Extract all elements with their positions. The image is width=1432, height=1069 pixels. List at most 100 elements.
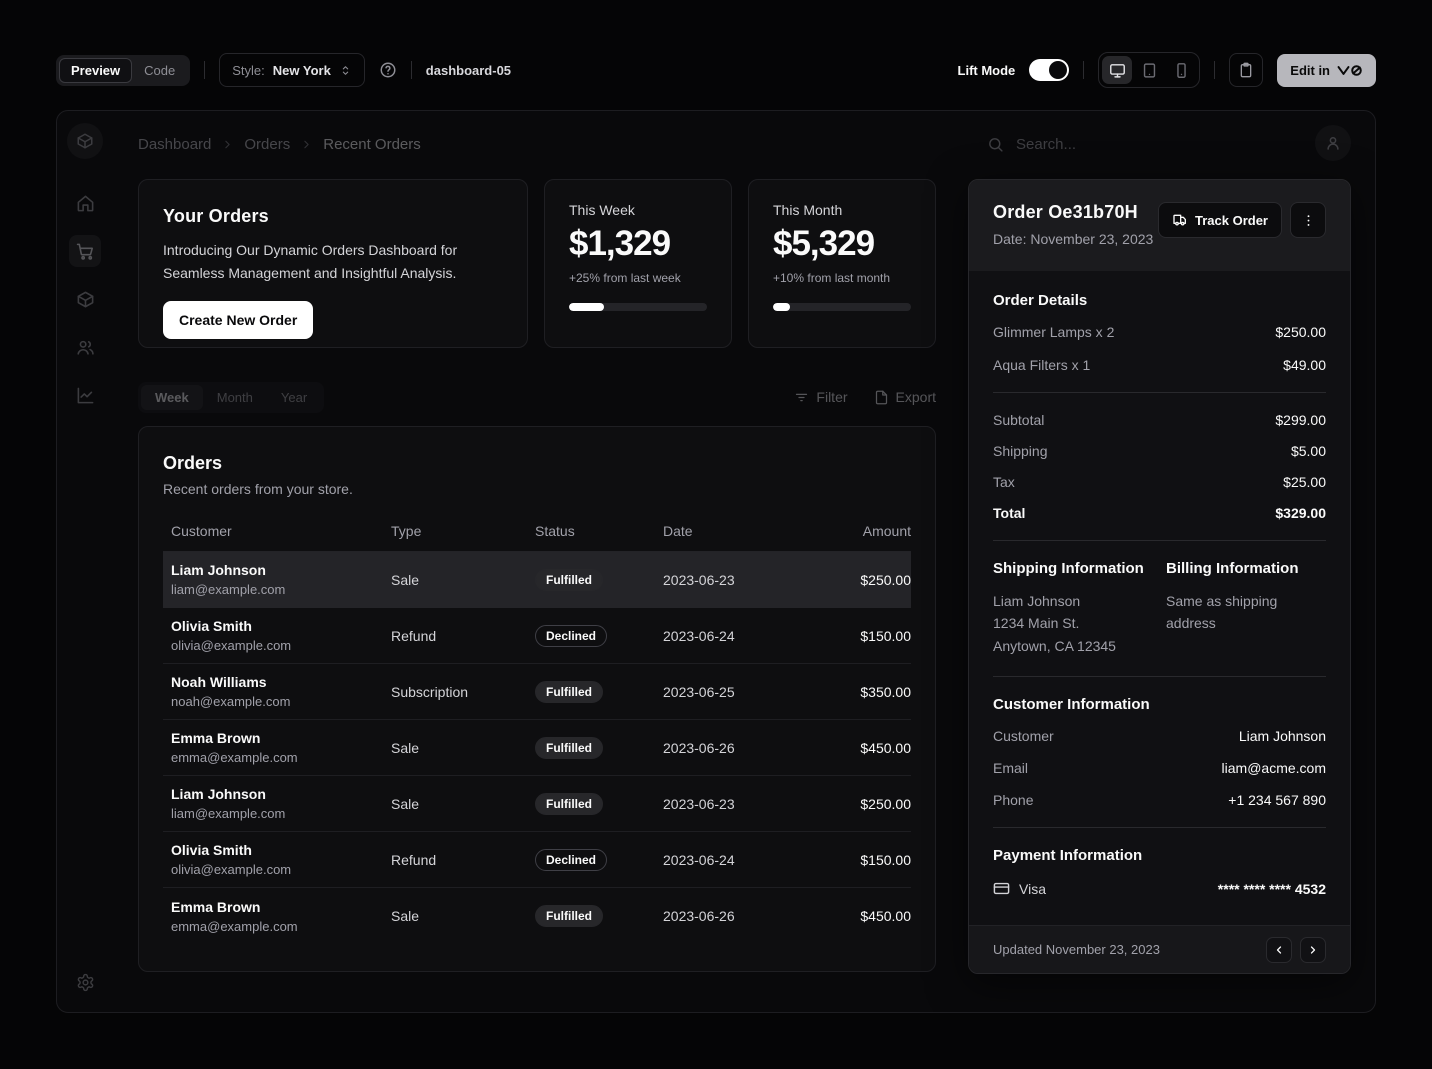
summary-label: Tax [993,474,1015,490]
order-type: Sale [391,572,535,588]
progress-fill [569,303,604,311]
track-order-label: Track Order [1195,213,1268,228]
info-value: +1 234 567 890 [1228,792,1326,808]
column-header-date: Date [663,523,813,539]
lift-mode-toggle[interactable] [1029,59,1069,81]
card-number-masked: **** **** **** 4532 [1218,881,1326,897]
order-panel-body: Order Details Glimmer Lamps x 2$250.00 A… [969,271,1350,925]
breadcrumb-item-orders[interactable]: Orders [244,136,290,153]
order-date: 2023-06-23 [663,572,813,588]
summary-row: Tax$25.00 [993,474,1326,490]
copy-clipboard-button[interactable] [1229,53,1263,87]
stat-month-label: This Month [773,202,911,218]
order-id-title: Order Oe31b70H [993,202,1153,223]
item-price: $250.00 [1275,324,1326,340]
sidebar-item-orders[interactable] [69,235,101,267]
stat-week-delta: +25% from last week [569,271,707,285]
order-details-title: Order Details [993,292,1326,309]
address-line: Anytown, CA 12345 [993,635,1166,657]
order-date: 2023-06-26 [663,908,813,924]
customer-email: liam@example.com [163,582,391,597]
next-order-button[interactable] [1300,937,1326,963]
customer-email: emma@example.com [163,919,391,934]
tab-week[interactable]: Week [141,385,203,410]
billing-info-title: Billing Information [1166,560,1326,577]
total-row: Total$329.00 [993,505,1326,521]
orders-table-title: Orders [163,453,911,474]
search-input[interactable] [1016,136,1196,153]
tablet-view-button[interactable] [1134,56,1164,84]
order-amount: $150.00 [813,852,911,868]
tab-month[interactable]: Month [203,385,267,410]
sidebar-item-customers[interactable] [69,331,101,363]
order-date: 2023-06-25 [663,684,813,700]
toolbar-divider [1083,61,1084,79]
shipping-info-title: Shipping Information [993,560,1166,577]
order-more-menu-button[interactable] [1290,202,1326,238]
order-date: 2023-06-26 [663,740,813,756]
store-logo[interactable] [67,123,103,159]
customer-name: Emma Brown [163,730,391,746]
table-row[interactable]: Liam Johnsonliam@example.com Sale Fulfil… [163,776,911,832]
order-date: 2023-06-24 [663,852,813,868]
breadcrumb-item-recent-orders: Recent Orders [323,136,421,153]
project-name: dashboard-05 [426,63,511,78]
sidebar-item-products[interactable] [69,283,101,315]
customer-name: Liam Johnson [163,786,391,802]
table-row[interactable]: Emma Brownemma@example.com Sale Fulfille… [163,888,911,944]
table-row[interactable]: Olivia Smitholivia@example.com Refund De… [163,832,911,888]
status-badge: Fulfilled [535,793,603,815]
toggle-thumb [1049,61,1067,79]
user-icon [1324,134,1342,152]
customer-name: Noah Williams [163,674,391,690]
customer-name: Liam Johnson [163,562,391,578]
table-row[interactable]: Olivia Smitholivia@example.com Refund De… [163,608,911,664]
table-row[interactable]: Noah Williamsnoah@example.com Subscripti… [163,664,911,720]
sidebar-item-analytics[interactable] [69,379,101,411]
tab-year[interactable]: Year [267,385,321,410]
shipping-address: Liam Johnson 1234 Main St. Anytown, CA 1… [993,590,1166,657]
track-order-button[interactable]: Track Order [1158,202,1282,238]
export-button[interactable]: Export [874,389,936,405]
preview-code-segmented-control: Preview Code [56,55,190,86]
stat-month-value: $5,329 [773,224,911,264]
toolbar-divider [1214,61,1215,79]
filter-button[interactable]: Filter [794,389,847,405]
preview-tab[interactable]: Preview [59,58,132,83]
order-line-item: Aqua Filters x 1$49.00 [993,357,1326,373]
order-date: 2023-06-24 [663,628,813,644]
truck-icon [1172,212,1188,228]
desktop-view-button[interactable] [1102,56,1132,84]
sidebar-item-settings[interactable] [69,966,101,998]
ellipsis-vertical-icon [1301,213,1316,228]
table-row[interactable]: Emma Brownemma@example.com Sale Fulfille… [163,720,911,776]
chevron-left-icon [1273,944,1285,956]
create-new-order-button[interactable]: Create New Order [163,301,313,339]
order-amount: $150.00 [813,628,911,644]
edit-in-v0-button[interactable]: Edit in [1277,54,1376,87]
chevron-right-icon [300,138,313,151]
style-select[interactable]: Style: New York [219,53,365,87]
line-chart-icon [76,386,95,405]
user-avatar[interactable] [1315,125,1351,161]
order-panel-footer: Updated November 23, 2023 [969,925,1350,973]
order-amount: $250.00 [813,572,911,588]
summary-value: $5.00 [1291,443,1326,459]
period-tabs: Week Month Year [138,382,324,413]
sidebar-item-home[interactable] [69,187,101,219]
stat-week-progressbar [569,303,707,311]
previous-order-button[interactable] [1266,937,1292,963]
package-logo-icon [76,132,94,150]
customer-email: noah@example.com [163,694,391,709]
code-tab[interactable]: Code [132,58,187,83]
status-badge: Fulfilled [535,569,603,591]
customer-email: olivia@example.com [163,638,391,653]
help-circle-icon[interactable] [379,61,397,79]
order-date-label: Date: November 23, 2023 [993,231,1153,247]
filter-icon [794,390,809,405]
search-icon [987,136,1004,153]
breadcrumb-item-dashboard[interactable]: Dashboard [138,136,211,153]
table-row[interactable]: Liam Johnson liam@example.com Sale Fulfil… [163,552,911,608]
toolbar-divider [204,61,205,79]
phone-view-button[interactable] [1166,56,1196,84]
